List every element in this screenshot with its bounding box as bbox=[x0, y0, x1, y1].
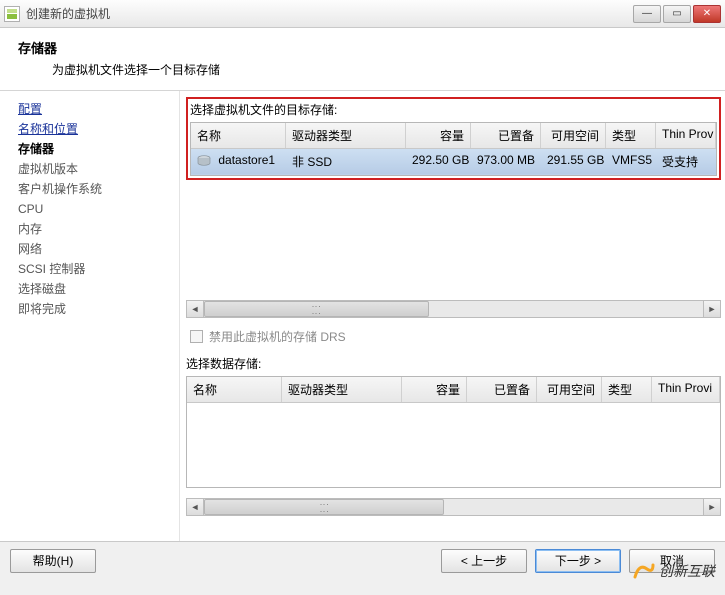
sidebar-step-memory: 内存 bbox=[18, 219, 173, 239]
col-drive-type[interactable]: 驱动器类型 bbox=[286, 123, 406, 148]
close-button[interactable]: ✕ bbox=[693, 5, 721, 23]
sidebar-step-network: 网络 bbox=[18, 239, 173, 259]
secondary-table-body bbox=[187, 403, 720, 487]
scroll2-track[interactable] bbox=[204, 499, 703, 515]
sidebar-step-finish: 即将完成 bbox=[18, 299, 173, 319]
minimize-button[interactable]: — bbox=[633, 5, 661, 23]
cell-capacity: 292.50 GB bbox=[406, 149, 471, 174]
secondary-table-header: 名称 驱动器类型 容量 已置备 可用空间 类型 Thin Provi bbox=[187, 377, 720, 403]
next-button[interactable]: 下一步 > bbox=[535, 549, 621, 573]
secondary-hscroll[interactable]: ◄ ► bbox=[186, 498, 721, 516]
col-type[interactable]: 类型 bbox=[606, 123, 656, 148]
datastore-hscroll[interactable]: ◄ ► bbox=[186, 300, 721, 318]
highlight-box: 选择虚拟机文件的目标存储: 名称 驱动器类型 容量 已置备 可用空间 类型 Th… bbox=[186, 97, 721, 180]
cell-drive-type: 非 SSD bbox=[286, 149, 406, 174]
sidebar-step-name-location[interactable]: 名称和位置 bbox=[18, 119, 173, 139]
sidebar-step-storage[interactable]: 存储器 bbox=[18, 139, 173, 159]
disable-drs-row: 禁用此虚拟机的存储 DRS bbox=[186, 328, 721, 345]
secondary-table: 名称 驱动器类型 容量 已置备 可用空间 类型 Thin Provi bbox=[186, 376, 721, 488]
col-provisioned[interactable]: 已置备 bbox=[471, 123, 541, 148]
wizard-header: 存储器 为虚拟机文件选择一个目标存储 bbox=[0, 28, 725, 90]
scroll2-right-arrow-icon[interactable]: ► bbox=[703, 499, 720, 515]
wizard-content: 选择虚拟机文件的目标存储: 名称 驱动器类型 容量 已置备 可用空间 类型 Th… bbox=[180, 91, 725, 541]
col2-free[interactable]: 可用空间 bbox=[537, 377, 602, 402]
cancel-button[interactable]: 取消 bbox=[629, 549, 715, 573]
datastore-table-empty-area bbox=[186, 190, 721, 290]
datastore-table-header: 名称 驱动器类型 容量 已置备 可用空间 类型 Thin Prov bbox=[191, 123, 716, 149]
cell-thin: 受支持 bbox=[656, 149, 716, 174]
page-title: 存储器 bbox=[18, 38, 707, 57]
datastore-table: 名称 驱动器类型 容量 已置备 可用空间 类型 Thin Prov dat bbox=[190, 122, 717, 176]
scroll-left-arrow-icon[interactable]: ◄ bbox=[187, 301, 204, 317]
col-capacity[interactable]: 容量 bbox=[406, 123, 471, 148]
col-free[interactable]: 可用空间 bbox=[541, 123, 606, 148]
col2-provisioned[interactable]: 已置备 bbox=[467, 377, 537, 402]
cell-provisioned: 973.00 MB bbox=[471, 149, 541, 174]
sidebar-step-config[interactable]: 配置 bbox=[18, 99, 173, 119]
sidebar-step-guest-os: 客户机操作系统 bbox=[18, 179, 173, 199]
col2-thin[interactable]: Thin Provi bbox=[652, 377, 720, 402]
scroll2-thumb[interactable] bbox=[204, 499, 444, 515]
main-area: 配置 名称和位置 存储器 虚拟机版本 客户机操作系统 CPU 内存 网络 SCS… bbox=[0, 91, 725, 541]
help-button[interactable]: 帮助(H) bbox=[10, 549, 96, 573]
disable-drs-checkbox[interactable] bbox=[190, 330, 203, 343]
page-subtitle: 为虚拟机文件选择一个目标存储 bbox=[52, 61, 707, 78]
scroll-track[interactable] bbox=[204, 301, 703, 317]
sidebar-step-vm-version: 虚拟机版本 bbox=[18, 159, 173, 179]
cell-name: datastore1 bbox=[191, 149, 286, 174]
col2-capacity[interactable]: 容量 bbox=[402, 377, 467, 402]
datastore-row[interactable]: datastore1 非 SSD 292.50 GB 973.00 MB 291… bbox=[191, 149, 716, 175]
scroll-thumb[interactable] bbox=[204, 301, 429, 317]
scroll2-left-arrow-icon[interactable]: ◄ bbox=[187, 499, 204, 515]
sidebar-step-scsi: SCSI 控制器 bbox=[18, 259, 173, 279]
cell-type: VMFS5 bbox=[606, 149, 656, 174]
back-button[interactable]: < 上一步 bbox=[441, 549, 527, 573]
wizard-sidebar: 配置 名称和位置 存储器 虚拟机版本 客户机操作系统 CPU 内存 网络 SCS… bbox=[0, 91, 180, 541]
datastore-icon bbox=[197, 155, 211, 167]
datastore-table-body: datastore1 非 SSD 292.50 GB 973.00 MB 291… bbox=[191, 149, 716, 175]
sidebar-step-cpu: CPU bbox=[18, 199, 173, 219]
col2-drive-type[interactable]: 驱动器类型 bbox=[282, 377, 402, 402]
wizard-footer: 帮助(H) < 上一步 下一步 > 取消 bbox=[0, 541, 725, 579]
sidebar-step-disk: 选择磁盘 bbox=[18, 279, 173, 299]
cell-free: 291.55 GB bbox=[541, 149, 606, 174]
col2-name[interactable]: 名称 bbox=[187, 377, 282, 402]
select-datastore-label: 选择虚拟机文件的目标存储: bbox=[190, 101, 717, 118]
app-icon bbox=[4, 6, 20, 22]
cell-name-text: datastore1 bbox=[218, 153, 275, 167]
scroll-right-arrow-icon[interactable]: ► bbox=[703, 301, 720, 317]
disable-drs-label: 禁用此虚拟机的存储 DRS bbox=[209, 328, 346, 345]
col-thin[interactable]: Thin Prov bbox=[656, 123, 716, 148]
col2-type[interactable]: 类型 bbox=[602, 377, 652, 402]
window-title: 创建新的虚拟机 bbox=[26, 5, 633, 22]
col-name[interactable]: 名称 bbox=[191, 123, 286, 148]
titlebar: 创建新的虚拟机 — ▭ ✕ bbox=[0, 0, 725, 28]
secondary-select-label: 选择数据存储: bbox=[186, 355, 721, 372]
maximize-button[interactable]: ▭ bbox=[663, 5, 691, 23]
